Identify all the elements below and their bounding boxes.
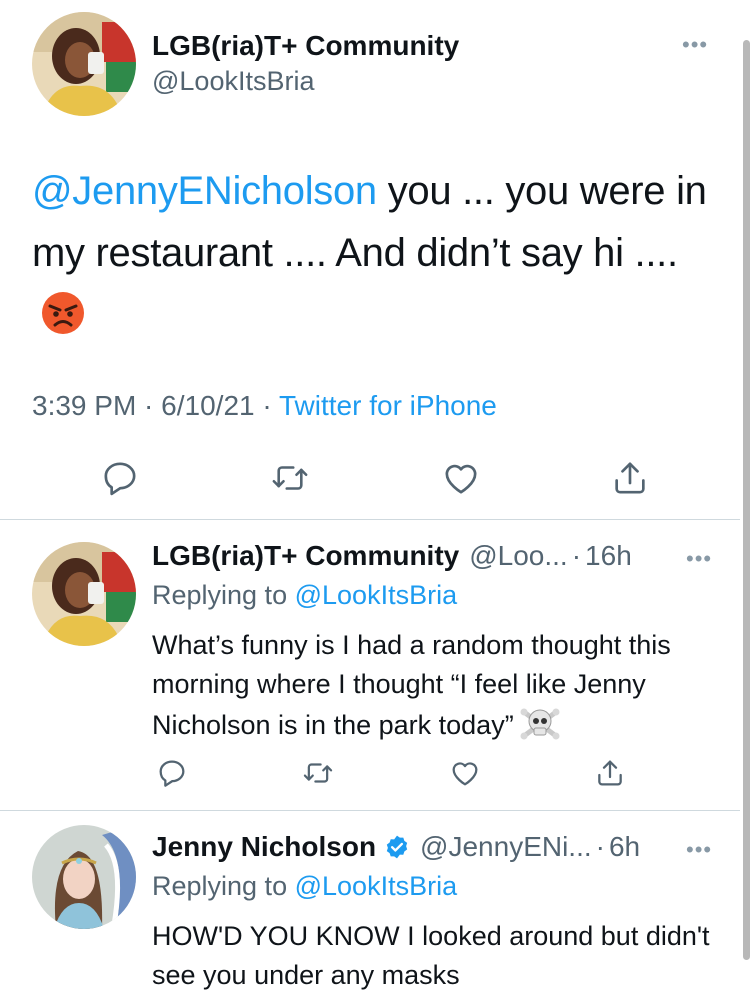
- reply-body: What’s funny is I had a random thought t…: [152, 630, 671, 740]
- reply-age: 16h: [585, 540, 632, 571]
- tweet-meta: 3:39 PM · 6/10/21 · Twitter for iPhone: [32, 390, 497, 422]
- share-icon[interactable]: [610, 458, 650, 498]
- dot-separator: ·: [595, 831, 605, 862]
- replying-to: Replying to @LookItsBria: [152, 871, 457, 902]
- meta-separator: ·: [254, 390, 279, 421]
- dot-separator: ·: [571, 540, 582, 571]
- author-name[interactable]: Jenny Nicholson: [152, 831, 376, 863]
- author-name[interactable]: LGB(ria)T+ Community: [152, 540, 459, 572]
- angry-face-icon: [40, 290, 86, 336]
- reply-text: HOW'D YOU KNOW I looked around but didn'…: [152, 921, 710, 990]
- reply-tweet[interactable]: LGB(ria)T+ Community @Loo... · 16h ••• R…: [0, 520, 740, 811]
- reply-icon[interactable]: [156, 757, 188, 789]
- reply-actions: [156, 756, 626, 790]
- share-icon[interactable]: [594, 757, 626, 789]
- more-icon[interactable]: •••: [686, 548, 712, 570]
- reply-tweet[interactable]: Jenny Nicholson @JennyENi... · 6h ••• Re…: [0, 811, 740, 1001]
- tweet-actions: [100, 456, 650, 500]
- author-avatar[interactable]: [32, 542, 136, 646]
- author-handle[interactable]: @Loo...: [469, 540, 567, 572]
- replying-label: Replying to: [152, 871, 288, 901]
- main-tweet: LGB(ria)T+ Community @LookItsBria ••• @J…: [0, 0, 740, 520]
- tweet-date: 6/10/21: [161, 390, 255, 421]
- more-icon[interactable]: •••: [682, 34, 708, 56]
- author-avatar[interactable]: [32, 825, 136, 929]
- like-icon[interactable]: [441, 458, 481, 498]
- replying-to-link[interactable]: @LookItsBria: [295, 580, 457, 610]
- reply-header: LGB(ria)T+ Community @Loo... · 16h: [152, 540, 732, 572]
- more-icon[interactable]: •••: [686, 839, 712, 861]
- meta-separator: ·: [136, 390, 162, 421]
- retweet-icon[interactable]: [301, 757, 335, 789]
- tweet-text: @JennyENicholson you ... you were in my …: [32, 160, 722, 346]
- retweet-icon[interactable]: [269, 458, 311, 498]
- reply-header: Jenny Nicholson @JennyENi... · 6h: [152, 831, 732, 863]
- reply-icon[interactable]: [100, 458, 140, 498]
- mention-link[interactable]: @JennyENicholson: [32, 169, 377, 213]
- replying-to: Replying to @LookItsBria: [152, 580, 457, 611]
- skull-crossbones-icon: [520, 704, 560, 744]
- tweet-source[interactable]: Twitter for iPhone: [279, 390, 497, 421]
- author-handle[interactable]: @JennyENi...: [420, 831, 592, 863]
- reply-age: 6h: [608, 831, 641, 862]
- reply-text: What’s funny is I had a random thought t…: [152, 626, 722, 745]
- verified-badge-icon: [384, 834, 410, 860]
- tweet-time: 3:39 PM: [32, 390, 137, 421]
- replying-label: Replying to: [152, 580, 288, 610]
- author-handle[interactable]: @LookItsBria: [152, 66, 314, 97]
- scrollbar[interactable]: [743, 40, 750, 960]
- author-name[interactable]: LGB(ria)T+ Community: [152, 30, 459, 62]
- author-avatar[interactable]: [32, 12, 136, 116]
- like-icon[interactable]: [449, 757, 481, 789]
- replying-to-link[interactable]: @LookItsBria: [295, 871, 457, 901]
